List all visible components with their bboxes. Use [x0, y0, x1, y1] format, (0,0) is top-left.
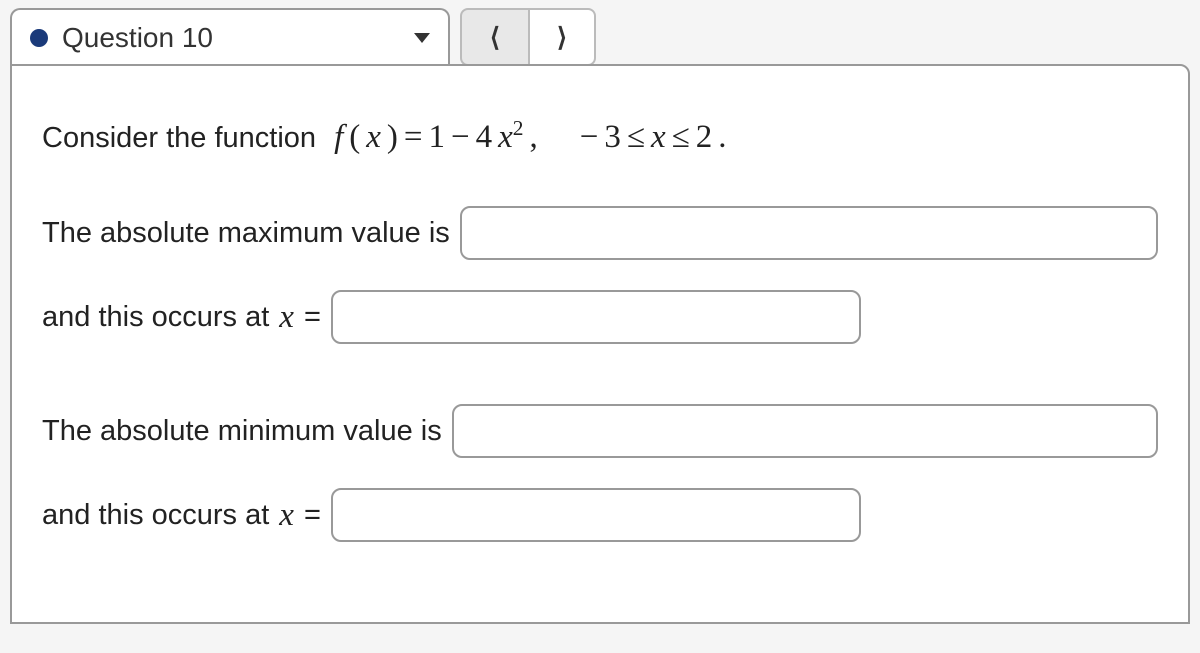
question-label: Question 10	[62, 22, 404, 54]
dom-x: x	[651, 119, 666, 156]
max-value-line: The absolute maximum value is	[42, 206, 1158, 260]
min-x-line: and this occurs at x =	[42, 488, 1158, 542]
max-value-label: The absolute maximum value is	[42, 217, 450, 250]
chevron-left-icon: ⟨	[490, 22, 500, 53]
math-open: (	[349, 119, 360, 156]
math-eq: =	[404, 119, 423, 156]
dom-hi: 2	[696, 119, 713, 156]
dom-le2: ≤	[672, 119, 690, 156]
prev-button[interactable]: ⟨	[460, 8, 528, 66]
chevron-right-icon: ⟩	[557, 22, 567, 53]
dom-period: .	[718, 119, 726, 156]
min-x-var: x	[279, 497, 294, 534]
math-exp: 2	[513, 116, 524, 140]
math-close: )	[387, 119, 398, 156]
min-x-eq: =	[304, 499, 321, 532]
min-x-input[interactable]	[331, 488, 861, 542]
min-x-prefix: and this occurs at	[42, 499, 269, 532]
math-x2: x2	[498, 116, 523, 156]
math-comma: ,	[530, 119, 538, 156]
dom-le1: ≤	[627, 119, 645, 156]
math-1: 1	[429, 119, 446, 156]
content-panel: Consider the function f ( x ) = 1 − 4x2,…	[10, 64, 1190, 624]
min-value-label: The absolute minimum value is	[42, 415, 442, 448]
caret-down-icon	[414, 33, 430, 43]
min-value-line: The absolute minimum value is	[42, 404, 1158, 458]
max-x-var: x	[279, 299, 294, 336]
max-x-eq: =	[304, 301, 321, 334]
min-value-input[interactable]	[452, 404, 1158, 458]
math-x1: x	[366, 119, 381, 156]
next-button[interactable]: ⟩	[528, 8, 596, 66]
math-minus: −	[451, 119, 470, 156]
max-value-input[interactable]	[460, 206, 1158, 260]
status-dot-icon	[30, 29, 48, 47]
dom-neg: −	[580, 119, 599, 156]
math-4: 4	[476, 119, 493, 156]
header-bar: Question 10 ⟨ ⟩	[0, 0, 1200, 66]
intro-text: Consider the function	[42, 122, 316, 155]
question-selector[interactable]: Question 10	[10, 8, 450, 66]
dom-lo: 3	[604, 119, 621, 156]
problem-statement: Consider the function f ( x ) = 1 − 4x2,…	[42, 116, 1158, 156]
max-x-prefix: and this occurs at	[42, 301, 269, 334]
nav-buttons: ⟨ ⟩	[460, 8, 596, 66]
math-f: f	[334, 119, 343, 156]
max-x-line: and this occurs at x =	[42, 290, 1158, 344]
max-x-input[interactable]	[331, 290, 861, 344]
